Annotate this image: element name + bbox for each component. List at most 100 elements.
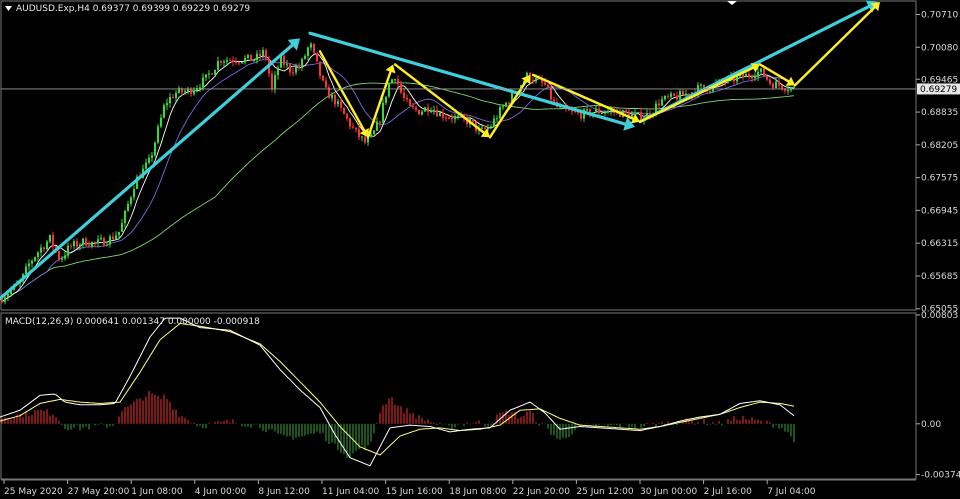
candle-body (547, 84, 549, 87)
candle-body (493, 118, 495, 127)
candle-body (37, 252, 39, 258)
candle-body (766, 76, 768, 80)
candle-body (685, 93, 687, 96)
candle-body (205, 74, 207, 78)
candle-body (94, 241, 96, 244)
candle-body (124, 210, 126, 224)
candle-body (757, 71, 759, 77)
candle-body (301, 58, 303, 68)
candle-body (34, 257, 36, 261)
chart-header: AUDUSD.Exp,H4 0.69377 0.69399 0.69229 0.… (16, 4, 250, 14)
candle-body (553, 99, 555, 102)
candle-body (271, 73, 273, 89)
time-tick-label: 27 May 20:00 (68, 487, 130, 497)
candle-body (571, 110, 573, 112)
candle-body (286, 64, 288, 66)
candle-body (157, 126, 159, 143)
candle-body (160, 117, 162, 127)
candle-body (313, 43, 315, 53)
price-tick-label: 0.66945 (921, 206, 958, 216)
candle-body (121, 223, 123, 232)
candle-body (598, 108, 600, 114)
candle-body (289, 64, 291, 73)
candle-body (658, 103, 660, 106)
candle-body (82, 238, 84, 245)
candle-body (163, 105, 165, 118)
candle-body (394, 79, 396, 81)
candle-body (262, 50, 264, 56)
candle-body (7, 293, 9, 298)
candle-body (49, 234, 51, 242)
candle-body (154, 142, 156, 156)
candle-body (325, 80, 327, 88)
candle-body (382, 102, 384, 124)
price-axis: 0.707100.700800.694650.688350.682050.675… (916, 10, 958, 315)
candle-body (265, 50, 267, 59)
yellow-arrow-1-shaft (318, 50, 366, 132)
candle-body (172, 97, 174, 99)
yellow-arrow-8-shaft (793, 6, 876, 87)
candle-body (319, 61, 321, 76)
macd-panel-frame (0, 312, 917, 480)
candle-body (676, 95, 678, 100)
candle-body (775, 81, 777, 89)
candle-body (130, 197, 132, 204)
chart-top-marker (727, 1, 737, 5)
candle-body (361, 136, 363, 138)
candle-body (4, 297, 6, 302)
candle-body (364, 136, 366, 143)
cyan-arrow-2-shaft (308, 31, 627, 126)
candle-body (253, 60, 255, 62)
candle-body (112, 236, 114, 239)
candle-body (127, 203, 129, 211)
candle-body (403, 92, 405, 98)
macd-panel[interactable]: MACD(12,26,9) 0.000641 0.001347 0.000000… (0, 312, 917, 480)
candle-body (784, 89, 786, 91)
time-tick-label: 8 Jun 12:00 (258, 487, 310, 497)
candle-body (193, 90, 195, 95)
candle-body (226, 59, 228, 62)
macd-header: MACD(12,26,9) 0.000641 0.001347 0.000000… (5, 317, 260, 327)
candle-body (577, 112, 579, 114)
candle-body (337, 101, 339, 105)
candle-body (748, 74, 750, 78)
candle-body (331, 94, 333, 99)
candle-body (679, 91, 681, 100)
candle-body (580, 112, 582, 119)
candle-body (409, 99, 411, 106)
candle-body (169, 97, 171, 104)
candle-body (352, 126, 354, 128)
price-panel-frame (0, 0, 917, 311)
candle-body (637, 112, 639, 114)
candle-body (496, 118, 498, 120)
candle-body (433, 110, 435, 112)
candle-body (346, 113, 348, 119)
candle-body (88, 245, 90, 247)
candle-body (358, 129, 360, 138)
candle-body (283, 55, 285, 65)
candle-body (400, 84, 402, 93)
last-price-label: 0.69279 (920, 85, 957, 95)
candle-body (472, 118, 474, 122)
candle-body (436, 110, 438, 117)
candle-body (481, 127, 483, 129)
candle-body (700, 84, 702, 86)
time-axis: 25 May 2020 27 May 20:00 1 Jun 08:00 4 Jun … (1, 479, 916, 497)
last-price-box: 0.69279 (917, 83, 960, 95)
price-tick-label: 0.68205 (921, 141, 958, 151)
candle-body (298, 66, 300, 68)
time-tick-label: 15 Jun 16:00 (386, 487, 443, 497)
candle-body (376, 121, 378, 131)
candle-body (310, 43, 312, 48)
price-panel[interactable]: AUDUSD.Exp,H4 0.69377 0.69399 0.69229 0.… (0, 0, 917, 311)
candle-body (46, 241, 48, 250)
trading-chart[interactable]: AUDUSD.Exp,H4 0.69377 0.69399 0.69229 0.… (0, 0, 960, 499)
candle-body (532, 79, 534, 82)
candle-body (793, 87, 795, 89)
price-tick-label: 0.70080 (921, 43, 958, 53)
candle-body (535, 78, 537, 82)
candle-body (601, 112, 603, 114)
macd-lines (0, 317, 795, 467)
candle-body (202, 77, 204, 88)
candle-body (742, 73, 744, 78)
